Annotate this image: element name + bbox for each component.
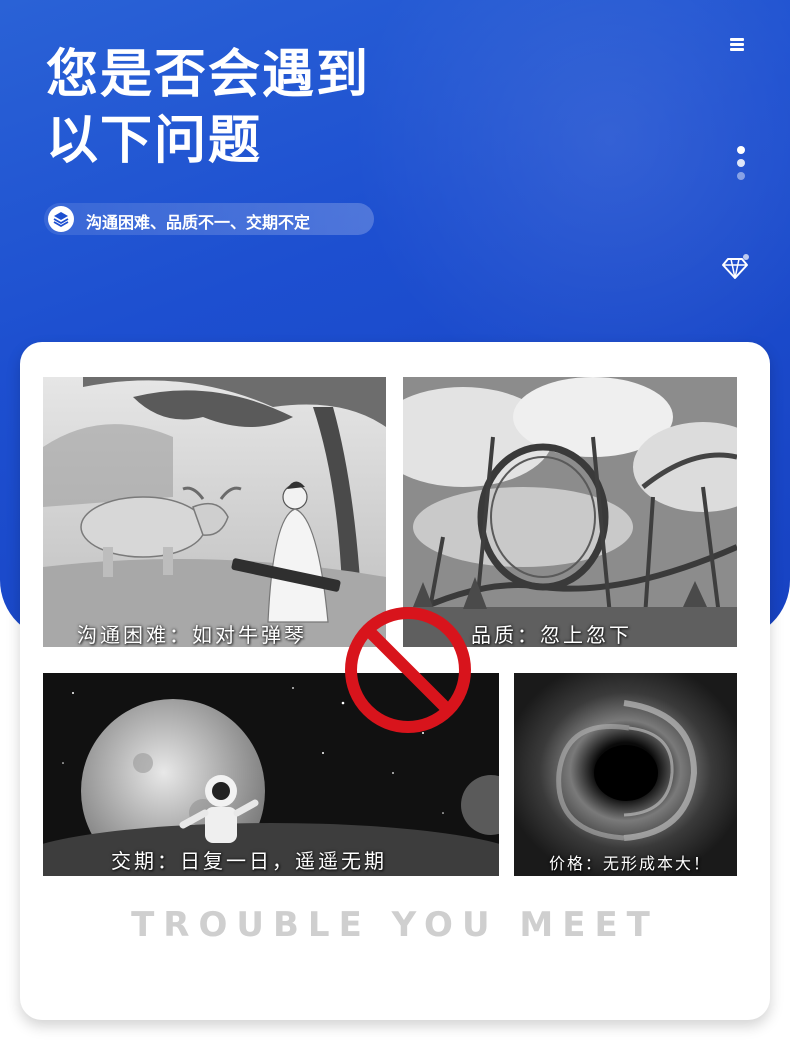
diamond-icon [720, 252, 750, 282]
ox-zither-illustration [43, 377, 386, 647]
tagline-text: 沟通困难、品质不一、交期不定 [86, 213, 311, 232]
caption-price: 价格：无形成本大！ [549, 854, 712, 873]
hamburger-menu-icon[interactable] [728, 36, 748, 54]
caption-quality: 品质：忽上忽下 [471, 623, 632, 647]
no-sign-icon [342, 604, 474, 736]
black-hole-illustration [514, 673, 737, 876]
panel-price: 价格：无形成本大！ [514, 673, 737, 876]
layers-icon [48, 206, 74, 232]
hero-glow [350, 0, 790, 400]
tagline-pill: 沟通困难、品质不一、交期不定 [44, 203, 374, 235]
english-subtitle: TROUBLE YOU MEET [131, 905, 659, 945]
title-line-2: 以下问题 [46, 111, 263, 171]
panel-communication: 沟通困难：如对牛弹琴 [43, 377, 386, 647]
caption-delivery: 交期：日复一日，遥遥无期 [111, 849, 387, 873]
problems-card: 沟通困难：如对牛弹琴 品质：忽上忽下 交期：日复一日，遥遥无期 价格：无形成本大… [20, 342, 770, 1020]
vertical-dots-icon [737, 146, 747, 182]
title-line-1: 您是否会遇到 [46, 45, 371, 105]
caption-communication: 沟通困难：如对牛弹琴 [77, 623, 307, 647]
page-title: 您是否会遇到 以下问题 [46, 42, 370, 174]
